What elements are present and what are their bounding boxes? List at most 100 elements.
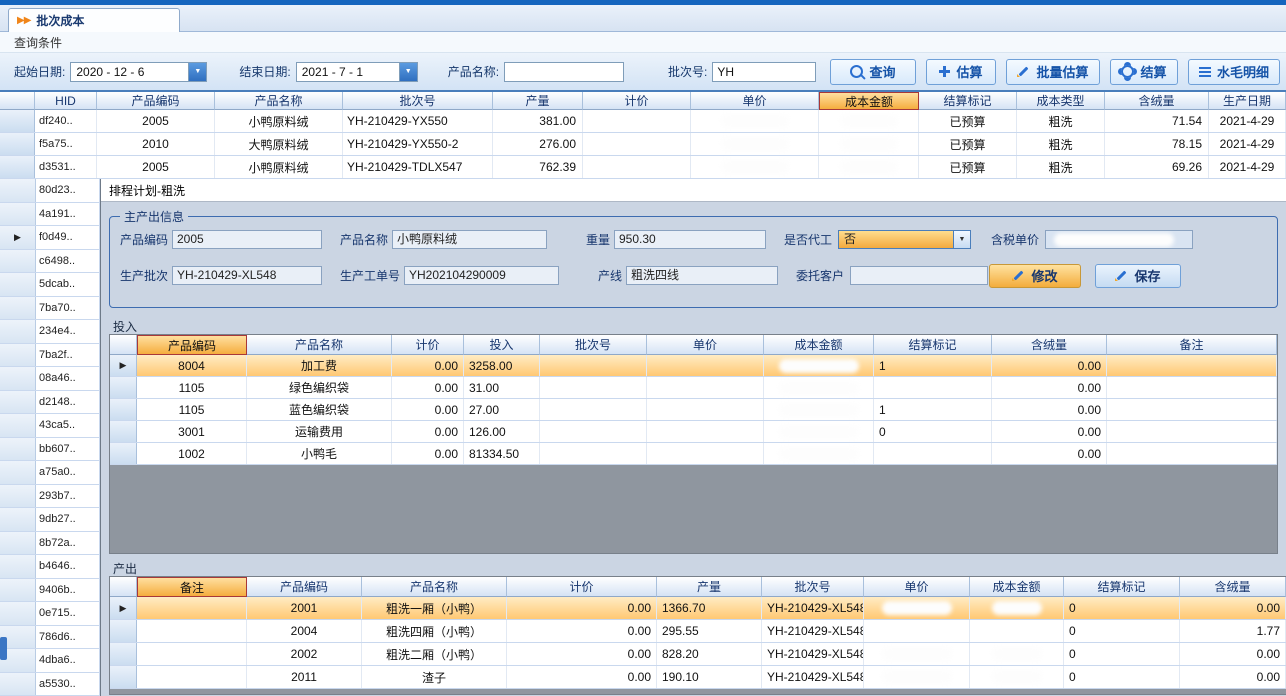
- table-row-partial[interactable]: ▶ 43ca5..: [0, 414, 100, 438]
- table-row-partial[interactable]: ▶ 4dba6..: [0, 649, 100, 673]
- row-selector-cell[interactable]: [0, 156, 35, 178]
- column-header-hid[interactable]: HID: [35, 92, 97, 110]
- chevron-down-icon[interactable]: ▼: [399, 63, 417, 81]
- output-table-row[interactable]: ▶ 2001 粗洗一厢（小鸭） 0.00 1366.70 YH-210429-X…: [110, 597, 1286, 620]
- column-header-product-name[interactable]: 产品名称: [362, 577, 507, 597]
- column-header-down-content[interactable]: 含绒量: [992, 335, 1107, 355]
- tab-batch-cost[interactable]: ▶▶ 批次成本: [8, 8, 180, 32]
- column-header-batch-no[interactable]: 批次号: [540, 335, 647, 355]
- chevron-down-icon[interactable]: ▼: [188, 63, 206, 81]
- row-selector-cell[interactable]: ▶: [110, 666, 137, 688]
- row-selector-cell[interactable]: ▶: [0, 297, 36, 320]
- table-row-partial[interactable]: ▶ a5530..: [0, 673, 100, 696]
- column-header-unit-price[interactable]: 单价: [647, 335, 764, 355]
- row-selector-cell[interactable]: ▶: [0, 508, 36, 531]
- table-row-partial[interactable]: ▶ bb607..: [0, 438, 100, 462]
- table-row-partial[interactable]: ▶ d2148..: [0, 391, 100, 415]
- batch-no-input[interactable]: [712, 62, 816, 82]
- table-row-partial[interactable]: ▶ 293b7..: [0, 485, 100, 509]
- row-selector-cell[interactable]: ▶: [110, 643, 137, 665]
- row-selector-cell[interactable]: ▶: [0, 414, 36, 437]
- output-table-row[interactable]: ▶ 2004 粗洗四厢（小鸭） 0.00 295.55 YH-210429-XL…: [110, 620, 1286, 643]
- table-row-partial[interactable]: ▶ 8b72a..: [0, 532, 100, 556]
- column-header-product-code[interactable]: 产品编码: [137, 335, 247, 355]
- product-name-field[interactable]: 小鸭原料绒: [392, 230, 547, 249]
- product-code-field[interactable]: 2005: [172, 230, 322, 249]
- row-selector-cell[interactable]: ▶: [0, 555, 36, 578]
- column-header-settle-mark[interactable]: 结算标记: [1064, 577, 1180, 597]
- is-oem-dropdown[interactable]: 否 ▼: [838, 230, 971, 249]
- column-header-product-code[interactable]: 产品编码: [247, 577, 362, 597]
- table-row-partial[interactable]: ▶ 4a191..: [0, 203, 100, 227]
- row-selector-cell[interactable]: ▶: [0, 438, 36, 461]
- column-header-settle-mark[interactable]: 结算标记: [874, 335, 992, 355]
- output-table-row[interactable]: ▶ 2002 粗洗二厢（小鸭） 0.00 828.20 YH-210429-XL…: [110, 643, 1286, 666]
- column-header-pricing[interactable]: 计价: [583, 92, 691, 110]
- production-batch-field[interactable]: YH-210429-XL548: [172, 266, 322, 285]
- input-table-row[interactable]: ▶ 3001 运输费用 0.00 126.00 0 0.00: [110, 421, 1277, 443]
- output-table-row[interactable]: ▶ 2011 渣子 0.00 190.10 YH-210429-XL548 0 …: [110, 666, 1286, 689]
- column-header-production-date[interactable]: 生产日期: [1209, 92, 1286, 110]
- input-table-row[interactable]: ▶ 8004 加工费 0.00 3258.00 1 0.00: [110, 355, 1277, 377]
- column-header-unit-price[interactable]: 单价: [864, 577, 970, 597]
- column-header-settle-mark[interactable]: 结算标记: [919, 92, 1017, 110]
- row-selector-cell[interactable]: ▶: [0, 532, 36, 555]
- column-header-pricing[interactable]: 计价: [507, 577, 657, 597]
- column-header-cost-amount[interactable]: 成本金额: [819, 92, 919, 110]
- column-header-note[interactable]: 备注: [1107, 335, 1277, 355]
- row-selector-cell[interactable]: ▶: [0, 273, 36, 296]
- table-row-partial[interactable]: ▶ 9db27..: [0, 508, 100, 532]
- save-button[interactable]: 保存: [1095, 264, 1181, 288]
- table-row[interactable]: df240.. 2005 小鸭原料绒 YH-210429-YX550 381.0…: [0, 110, 1286, 133]
- settle-button[interactable]: 结算: [1110, 59, 1178, 85]
- weight-field[interactable]: 950.30: [614, 230, 766, 249]
- column-header-input-amount[interactable]: 投入: [464, 335, 540, 355]
- row-selector-cell[interactable]: ▶: [110, 421, 137, 442]
- input-table-row[interactable]: ▶ 1002 小鸭毛 0.00 81334.50 0.00: [110, 443, 1277, 465]
- table-row-partial[interactable]: ▶ 786d6..: [0, 626, 100, 650]
- column-header-output-qty[interactable]: 产量: [493, 92, 583, 110]
- table-row-partial[interactable]: ▶ 5dcab..: [0, 273, 100, 297]
- column-header-cost-amount[interactable]: 成本金额: [764, 335, 874, 355]
- row-selector-cell[interactable]: ▶: [110, 399, 137, 420]
- modify-button[interactable]: 修改: [989, 264, 1081, 288]
- row-selector-cell[interactable]: ▶: [0, 367, 36, 390]
- table-row-partial[interactable]: ▶ 0e715..: [0, 602, 100, 626]
- row-selector-cell[interactable]: [0, 133, 35, 155]
- tax-price-field[interactable]: [1045, 230, 1193, 249]
- row-selector-cell[interactable]: ▶: [0, 344, 36, 367]
- table-row-partial[interactable]: ▶ 7ba70..: [0, 297, 100, 321]
- row-selector-cell[interactable]: ▶: [0, 320, 36, 343]
- row-selector-cell[interactable]: ▶: [0, 203, 36, 226]
- query-button[interactable]: 查询: [830, 59, 916, 85]
- estimate-button[interactable]: 估算: [926, 59, 996, 85]
- column-header-batch-no[interactable]: 批次号: [343, 92, 493, 110]
- chevron-down-icon[interactable]: ▼: [953, 231, 970, 248]
- row-selector-cell[interactable]: ▶: [110, 597, 137, 619]
- column-header-cost-amount[interactable]: 成本金额: [970, 577, 1064, 597]
- table-row-partial[interactable]: ▶ 234e4..: [0, 320, 100, 344]
- column-header-batch-no[interactable]: 批次号: [762, 577, 864, 597]
- row-selector-cell[interactable]: ▶: [0, 602, 36, 625]
- column-header-down-content[interactable]: 含绒量: [1180, 577, 1286, 597]
- column-header-unit-price[interactable]: 单价: [691, 92, 819, 110]
- row-selector-cell[interactable]: ▶: [0, 179, 36, 202]
- column-header-down-content[interactable]: 含绒量: [1105, 92, 1209, 110]
- table-row-partial[interactable]: ▶ b4646..: [0, 555, 100, 579]
- column-header-product-code[interactable]: 产品编码: [97, 92, 215, 110]
- scrollbar-thumb[interactable]: [0, 637, 7, 660]
- input-table-row[interactable]: ▶ 1105 绿色编织袋 0.00 31.00 0.00: [110, 377, 1277, 399]
- work-order-field[interactable]: YH202104290009: [404, 266, 559, 285]
- row-selector-cell[interactable]: ▶: [0, 250, 36, 273]
- table-row[interactable]: d3531.. 2005 小鸭原料绒 YH-210429-TDLX547 762…: [0, 156, 1286, 179]
- row-selector-cell[interactable]: [0, 110, 35, 132]
- product-name-input[interactable]: [504, 62, 624, 82]
- table-row-partial[interactable]: ▶ f0d49..: [0, 226, 100, 250]
- column-header-product-name[interactable]: 产品名称: [215, 92, 343, 110]
- column-header-cost-type[interactable]: 成本类型: [1017, 92, 1105, 110]
- row-selector-cell[interactable]: ▶: [0, 226, 36, 249]
- production-line-field[interactable]: 粗洗四线: [626, 266, 778, 285]
- table-row[interactable]: f5a75.. 2010 大鸭原料绒 YH-210429-YX550-2 276…: [0, 133, 1286, 156]
- table-row-partial[interactable]: ▶ 80d23..: [0, 179, 100, 203]
- end-date-picker[interactable]: 2021 - 7 - 1 ▼: [296, 62, 418, 82]
